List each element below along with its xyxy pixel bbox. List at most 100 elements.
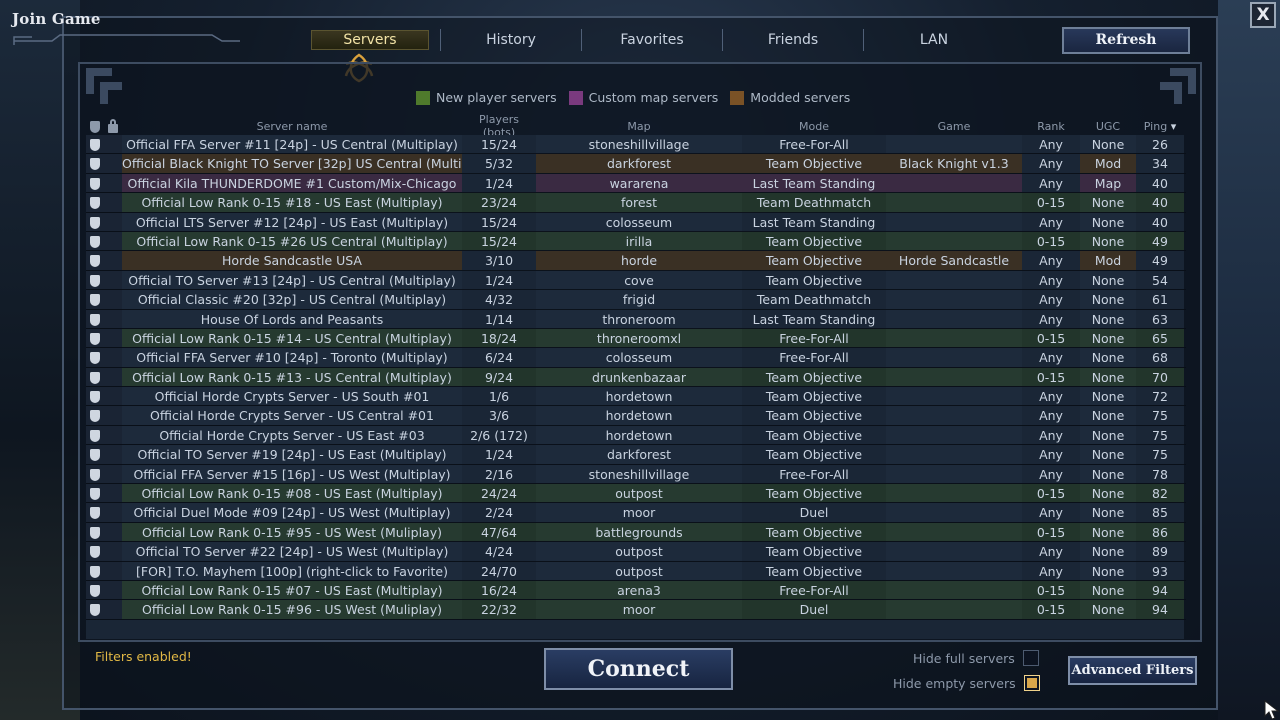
map-cell: outpost <box>536 542 742 561</box>
tab-servers[interactable]: Servers <box>300 30 440 50</box>
ping-cell: 75 <box>1136 406 1184 425</box>
server-row[interactable]: Official Low Rank 0-15 #26 US Central (M… <box>86 231 1186 252</box>
corner-ornament-icon <box>86 68 122 104</box>
server-row[interactable]: Official Low Rank 0-15 #18 - US East (Mu… <box>86 193 1186 213</box>
players-cell: 16/24 <box>462 580 536 600</box>
players-cell: 9/24 <box>462 367 536 387</box>
ping-cell: 86 <box>1136 522 1184 542</box>
server-row[interactable]: Official FFA Server #15 [16p] - US West … <box>86 464 1186 485</box>
server-row[interactable]: Official Low Rank 0-15 #96 - US West (Mu… <box>86 600 1186 620</box>
ugc-cell: None <box>1080 387 1136 406</box>
hide-full-checkbox[interactable] <box>1022 650 1039 666</box>
column-header-map[interactable]: Map <box>536 120 742 133</box>
game-cell <box>886 580 1022 600</box>
mode-cell: Team Objective <box>742 406 886 425</box>
server-row[interactable]: Official Low Rank 0-15 #07 - US East (Mu… <box>86 580 1186 601</box>
rank-cell: Any <box>1022 561 1080 580</box>
hide-empty-checkbox[interactable] <box>1023 675 1040 691</box>
server-row[interactable]: Official FFA Server #10 [24p] - Toronto … <box>86 348 1186 368</box>
players-cell: 22/32 <box>462 600 536 619</box>
server-row[interactable]: House Of Lords and Peasants 1/14 throneroo… <box>86 309 1186 329</box>
server-name-cell: Official Black Knight TO Server [32p] US… <box>122 154 462 173</box>
connect-button[interactable]: Connect <box>544 648 733 690</box>
server-row[interactable]: Official TO Server #13 [24p] - US Centra… <box>86 270 1186 291</box>
official-cell <box>86 580 104 600</box>
game-cell <box>886 212 1022 231</box>
tab-friends[interactable]: Friends <box>723 32 863 48</box>
mode-cell: Team Objective <box>742 387 886 406</box>
server-row[interactable]: Official Low Rank 0-15 #13 - US Central … <box>86 367 1186 388</box>
column-header-name[interactable]: Server name <box>122 120 462 133</box>
official-cell <box>86 406 104 425</box>
ping-cell: 61 <box>1136 290 1184 309</box>
server-row[interactable]: Official FFA Server #11 [24p] - US Centr… <box>86 135 1186 155</box>
game-cell <box>886 561 1022 580</box>
shield-icon <box>90 332 100 345</box>
tab-lan[interactable]: LAN <box>864 32 1004 48</box>
empty-row <box>86 619 1186 640</box>
column-header-official[interactable] <box>86 120 104 133</box>
password-cell <box>104 561 122 580</box>
ugc-cell: None <box>1080 135 1136 154</box>
server-name-cell: Official Horde Crypts Server - US Centra… <box>122 406 462 425</box>
rank-cell: 0-15 <box>1022 522 1080 542</box>
server-row[interactable]: Official TO Server #22 [24p] - US West (… <box>86 542 1186 562</box>
tab-favorites[interactable]: Favorites <box>582 32 722 48</box>
server-row[interactable]: [FOR] T.O. Mayhem [100p] (right-click to… <box>86 561 1186 581</box>
ping-cell: 34 <box>1136 154 1184 173</box>
official-cell <box>86 522 104 542</box>
advanced-filters-button[interactable]: Advanced Filters <box>1068 656 1197 685</box>
players-cell: 24/70 <box>462 561 536 580</box>
window-title: Join Game <box>12 10 101 28</box>
players-cell: 24/24 <box>462 484 536 503</box>
ping-cell: 82 <box>1136 484 1184 503</box>
server-row[interactable]: Official Horde Crypts Server - US Centra… <box>86 406 1186 426</box>
column-header-ping[interactable]: Ping ▾ <box>1136 120 1184 133</box>
game-cell <box>886 270 1022 290</box>
title-ornament-icon <box>13 34 240 45</box>
password-cell <box>104 387 122 406</box>
column-header-ugc[interactable]: UGC <box>1080 120 1136 133</box>
server-row[interactable]: Official Low Rank 0-15 #95 - US West (Mu… <box>86 522 1186 543</box>
official-cell <box>86 348 104 367</box>
server-row[interactable]: Horde Sandcastle USA 3/10 horde Team Object… <box>86 251 1186 271</box>
background-right <box>1218 0 1280 720</box>
password-cell <box>104 173 122 193</box>
players-cell: 15/24 <box>462 135 536 154</box>
map-cell: darkforest <box>536 445 742 464</box>
rank-cell: Any <box>1022 154 1080 173</box>
ping-cell: 72 <box>1136 387 1184 406</box>
mode-cell: Team Objective <box>742 542 886 561</box>
map-cell: darkforest <box>536 154 742 173</box>
server-row[interactable]: Official TO Server #19 [24p] - US East (… <box>86 445 1186 465</box>
column-header-mode[interactable]: Mode <box>742 120 886 133</box>
server-name-cell: Official Low Rank 0-15 #95 - US West (Mu… <box>122 522 462 542</box>
column-header-password[interactable] <box>104 118 122 133</box>
server-row[interactable]: Official Horde Crypts Server - US East #… <box>86 425 1186 446</box>
close-button[interactable]: X <box>1250 2 1276 28</box>
server-row[interactable]: Official Low Rank 0-15 #08 - US East (Mu… <box>86 484 1186 504</box>
server-row[interactable]: Official Kila THUNDERDOME #1 Custom/Mix-… <box>86 173 1186 194</box>
server-row[interactable]: Official LTS Server #12 [24p] - US East … <box>86 212 1186 232</box>
server-row[interactable]: Official Duel Mode #09 [24p] - US West (… <box>86 503 1186 523</box>
official-cell <box>86 270 104 290</box>
server-row[interactable]: Official Classic #20 [32p] - US Central … <box>86 290 1186 310</box>
game-cell: Black Knight v1.3 <box>886 154 1022 173</box>
map-cell: drunkenbazaar <box>536 367 742 387</box>
ugc-cell: None <box>1080 309 1136 328</box>
password-cell <box>104 522 122 542</box>
server-name-cell: Official Low Rank 0-15 #08 - US East (Mu… <box>122 484 462 503</box>
ugc-cell: Map <box>1080 173 1136 193</box>
column-header-game[interactable]: Game <box>886 120 1022 133</box>
tab-history[interactable]: History <box>441 32 581 48</box>
legend: New player servers Custom map servers Mo… <box>416 90 850 105</box>
server-row[interactable]: Official Horde Crypts Server - US South … <box>86 387 1186 407</box>
column-header-rank[interactable]: Rank <box>1022 120 1080 133</box>
mode-cell: Free-For-All <box>742 328 886 348</box>
server-row[interactable]: Official Low Rank 0-15 #14 - US Central … <box>86 328 1186 349</box>
map-cell: hordetown <box>536 387 742 406</box>
mode-cell: Team Objective <box>742 561 886 580</box>
refresh-button[interactable]: Refresh <box>1062 27 1190 54</box>
password-cell <box>104 270 122 290</box>
server-row[interactable]: Official Black Knight TO Server [32p] US… <box>86 154 1186 174</box>
